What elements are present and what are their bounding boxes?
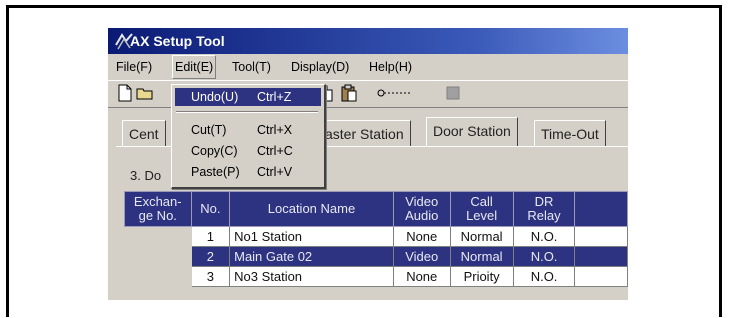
send-icon[interactable]	[444, 84, 462, 102]
section-label: 3. Do	[130, 168, 162, 183]
tab-door-station[interactable]: Door Station	[426, 117, 518, 147]
table-row[interactable]: 1 No1 Station None Normal N.O.	[124, 226, 628, 247]
cell-location-name[interactable]: No1 Station	[229, 226, 394, 247]
menu-item-shortcut: Ctrl+C	[257, 144, 293, 158]
cell-no[interactable]: 1	[190, 226, 231, 247]
cell-next[interactable]	[574, 266, 628, 287]
new-file-icon[interactable]	[116, 84, 134, 102]
menu-file[interactable]: File(F)	[114, 56, 154, 78]
menu-item-label: Copy(C)	[191, 144, 238, 158]
menu-item-shortcut: Ctrl+Z	[257, 90, 292, 104]
cell-exchange-no[interactable]	[124, 246, 192, 267]
cell-exchange-no[interactable]	[124, 266, 192, 287]
edit-menu-dropdown: Undo(U) Ctrl+Z Cut(T) Ctrl+X Copy(C) Ctr…	[171, 84, 326, 189]
cell-call-level[interactable]: Normal	[449, 246, 514, 267]
menu-item-undo[interactable]: Undo(U) Ctrl+Z	[175, 88, 321, 106]
col-header-no[interactable]: No.	[190, 191, 231, 227]
title-bar[interactable]: AX Setup Tool	[108, 28, 628, 54]
cell-video-audio[interactable]: Video	[392, 246, 451, 267]
menu-item-copy[interactable]: Copy(C) Ctrl+C	[175, 142, 321, 160]
tab-central[interactable]: Cent	[122, 120, 166, 147]
col-header-dr-relay[interactable]: DR Relay	[512, 191, 576, 227]
paste-icon[interactable]	[340, 84, 358, 102]
cell-next[interactable]	[574, 226, 628, 247]
cell-dr-relay[interactable]: N.O.	[512, 266, 576, 287]
cell-dr-relay[interactable]: N.O.	[512, 226, 576, 247]
menu-bar: File(F) Edit(E) Tool(T) Display(D) Help(…	[108, 55, 628, 79]
col-header-next[interactable]	[574, 191, 628, 227]
col-header-location-name[interactable]: Location Name	[229, 191, 394, 227]
menu-item-label: Paste(P)	[191, 165, 240, 179]
menu-item-shortcut: Ctrl+X	[257, 123, 293, 137]
cell-location-name[interactable]: No3 Station	[229, 266, 394, 287]
menu-item-cut[interactable]: Cut(T) Ctrl+X	[175, 121, 321, 139]
door-station-table: Exchan- ge No. No. Location Name Video A…	[124, 191, 628, 287]
cell-call-level[interactable]: Normal	[449, 226, 514, 247]
menu-edit[interactable]: Edit(E)	[172, 55, 217, 79]
menu-tool[interactable]: Tool(T)	[230, 56, 273, 78]
cell-call-level[interactable]: Prioity	[449, 266, 514, 287]
tab-time-out[interactable]: Time-Out	[534, 120, 606, 147]
cell-no[interactable]: 3	[190, 266, 231, 287]
cell-next[interactable]	[574, 246, 628, 267]
menu-item-shortcut: Ctrl+V	[257, 165, 293, 179]
open-folder-icon[interactable]	[136, 84, 154, 102]
col-header-exchange-no[interactable]: Exchan- ge No.	[124, 191, 192, 227]
tab-master-station[interactable]: aster Station	[318, 120, 411, 147]
menu-display[interactable]: Display(D)	[289, 56, 351, 78]
col-header-call-level[interactable]: Call Level	[449, 191, 514, 227]
table-row[interactable]: 3 No3 Station None Prioity N.O.	[124, 266, 628, 287]
menu-item-paste[interactable]: Paste(P) Ctrl+V	[175, 163, 321, 181]
cell-no[interactable]: 2	[190, 246, 231, 267]
cell-location-name[interactable]: Main Gate 02	[229, 246, 394, 267]
menu-item-label: Undo(U)	[191, 90, 239, 104]
menu-item-label: Cut(T)	[191, 123, 227, 137]
menu-help[interactable]: Help(H)	[367, 56, 414, 78]
cell-video-audio[interactable]: None	[392, 266, 451, 287]
connection-icon[interactable]	[376, 84, 416, 102]
window-title: AX Setup Tool	[130, 33, 225, 49]
cell-dr-relay[interactable]: N.O.	[512, 246, 576, 267]
menu-separator	[176, 111, 318, 113]
cell-video-audio[interactable]: None	[392, 226, 451, 247]
cell-exchange-no[interactable]	[124, 226, 192, 247]
table-row-selected[interactable]: 2 Main Gate 02 Video Normal N.O.	[124, 246, 628, 267]
col-header-video-audio[interactable]: Video Audio	[392, 191, 451, 227]
